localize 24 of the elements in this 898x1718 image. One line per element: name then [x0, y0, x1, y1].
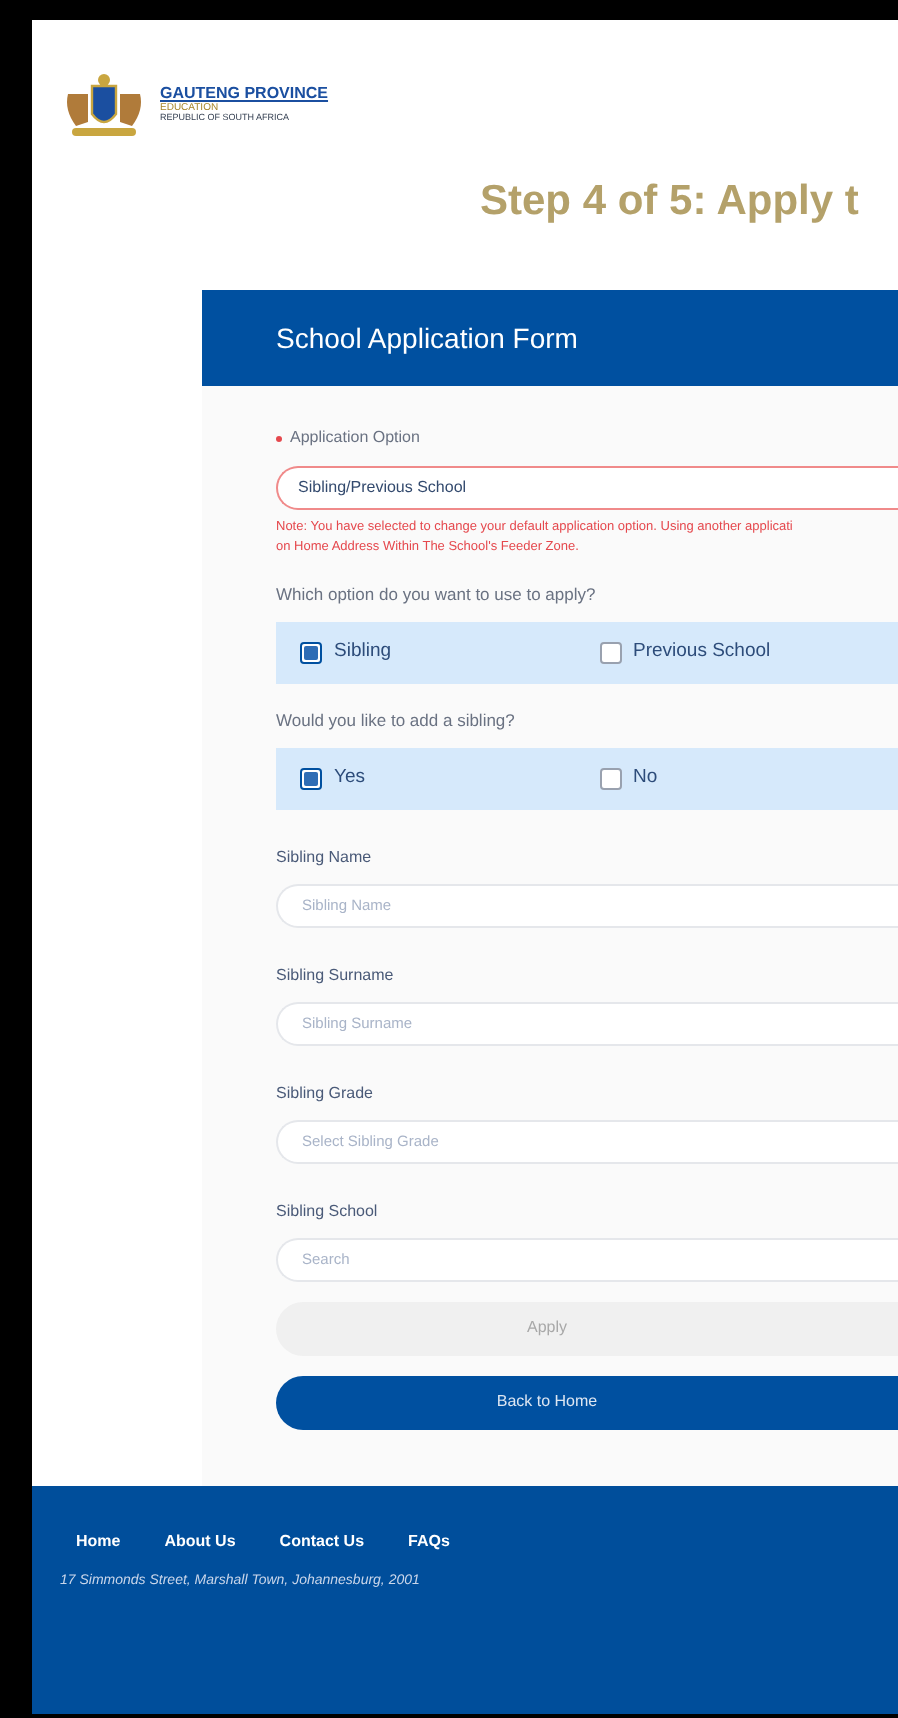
footer-link[interactable]: Contact Us: [279, 1529, 365, 1554]
footer-link[interactable]: About Us: [164, 1529, 236, 1554]
field-label: Sibling School: [276, 1199, 380, 1224]
option-label: Sibling: [334, 638, 392, 667]
page-title: Step 4 of 5: Apply t: [480, 178, 859, 225]
logo-title: GAUTENG PROVINCE: [160, 86, 329, 103]
option-label: No: [633, 764, 658, 793]
footer-link[interactable]: FAQs: [408, 1529, 450, 1554]
question-label: Would you like to add a sibling?: [276, 707, 517, 734]
field-label: Sibling Grade: [276, 1081, 375, 1106]
form-title: School Application Form: [276, 319, 578, 358]
field-label: Sibling Surname: [276, 963, 396, 988]
field-label: Sibling Name: [276, 845, 374, 870]
checkbox[interactable]: [599, 641, 621, 664]
checkbox[interactable]: [300, 641, 322, 664]
checkbox[interactable]: [300, 767, 322, 790]
option-label: Previous School: [633, 638, 771, 667]
field-label: Application Option: [290, 426, 420, 451]
question-label: Which option do you want to use to apply?: [276, 582, 598, 608]
back-to-home-button[interactable]: Back to Home: [276, 1375, 898, 1430]
footer-link[interactable]: Home: [76, 1529, 121, 1554]
option-label: Yes: [334, 764, 365, 793]
application-option-field[interactable]: Sibling/Previous School: [276, 466, 898, 511]
checkbox[interactable]: [599, 767, 621, 790]
